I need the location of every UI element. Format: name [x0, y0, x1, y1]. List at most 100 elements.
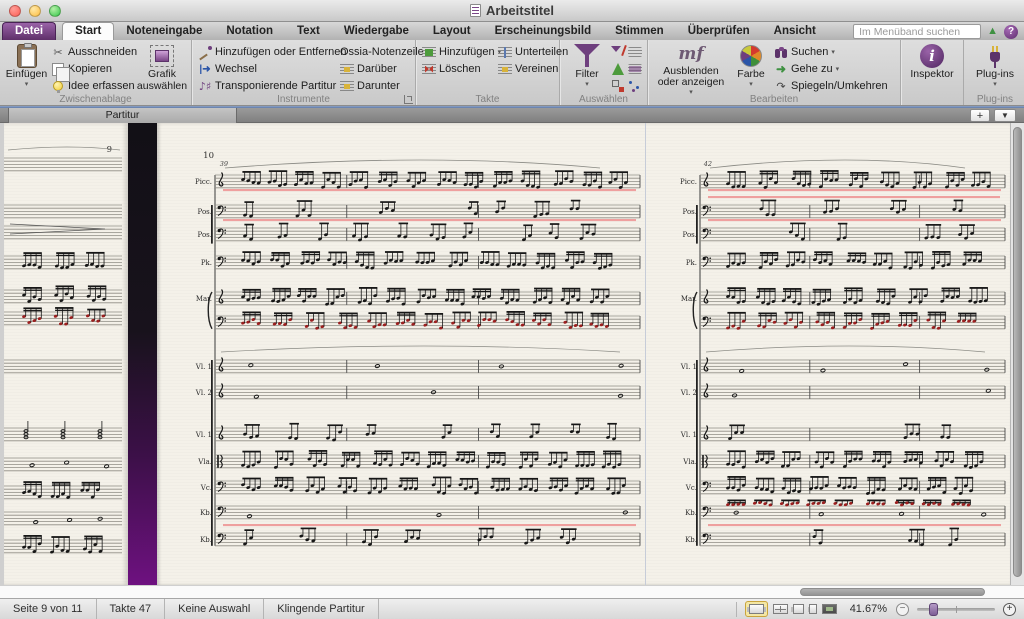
window-title: Arbeitstitel [486, 3, 554, 18]
staff-label-vl1: Vl. 1 [195, 431, 212, 439]
horizontal-scrollbar-thumb[interactable] [800, 588, 985, 596]
inspector-icon: i [920, 44, 944, 68]
group-inspector: i Inspektor [901, 40, 963, 105]
edit-filter-icon[interactable] [610, 44, 626, 60]
group-label-clipboard: Zwischenablage [0, 94, 191, 105]
zoom-out-button[interactable]: − [896, 603, 909, 616]
ribbon-tab-start[interactable]: Start [62, 22, 114, 40]
copy-button[interactable]: Kopieren [49, 61, 137, 77]
flip-icon: ↷ [774, 80, 788, 93]
flip-button[interactable]: ↷Spiegeln/Umkehren [772, 78, 896, 94]
zoom-in-button[interactable]: + [1003, 603, 1016, 616]
cut-button[interactable]: ✂Ausschneiden [49, 44, 137, 60]
score-canvas[interactable]: Picc.Pos.Pos.Pk.Mar.Vl. 1Vl. 2Vl. 1Vla.V… [0, 123, 1024, 598]
select-system-icon[interactable] [628, 64, 642, 74]
caret-down-icon: ▾ [993, 81, 997, 88]
staff-label-vl1: Vl. 1 [680, 363, 697, 371]
status-segment-3[interactable]: Klingende Partitur [264, 599, 378, 619]
staff-label-vl2: Vl. 2 [680, 389, 697, 397]
filter-funnel-icon [574, 44, 600, 68]
status-segment-1[interactable]: Takte 47 [97, 599, 166, 619]
score-notation[interactable]: Picc.Pos.Pos.Pk.Mar.Vl. 1Vl. 2Vl. 1Vla.V… [0, 123, 1024, 585]
ossia-below-button[interactable]: Darunter [338, 78, 416, 94]
ossia-above-button[interactable]: Darüber [338, 61, 416, 77]
measure-number-42: 42 [703, 160, 712, 168]
paste-button[interactable]: Einfügen ▾ [4, 42, 49, 96]
ribbon-tab-notation[interactable]: Notation [214, 23, 285, 40]
split-bar-icon [498, 46, 512, 59]
change-instrument-button[interactable]: |➜Wechsel [196, 61, 338, 77]
zoom-slider-thumb[interactable] [929, 603, 938, 616]
ribbon-tab-datei[interactable]: Datei [2, 22, 56, 40]
collapse-ribbon-icon[interactable]: ▲ [987, 26, 998, 37]
select-graphic-button[interactable]: Grafik auswählen [137, 42, 187, 96]
split-bar-button[interactable]: Unterteilen [496, 44, 556, 60]
ribbon-tab-erscheinungsbild[interactable]: Erscheinungsbild [483, 23, 604, 40]
ribbon-tab-stimmen[interactable]: Stimmen [603, 23, 676, 40]
status-segment-2[interactable]: Keine Auswahl [165, 599, 264, 619]
staff-label-vl2: Vl. 2 [195, 389, 212, 397]
filter-button[interactable]: Filter ▾ [564, 42, 610, 96]
group-label-instruments: Instrumente [192, 94, 415, 105]
view-mode-selected[interactable] [745, 601, 768, 617]
staff-label-picc: Picc. [195, 178, 212, 186]
new-tab-button[interactable]: + [970, 109, 990, 122]
help-button[interactable]: ? [1004, 25, 1018, 39]
hide-show-button[interactable]: mf Ausblenden oder anzeigen ▾ [652, 42, 730, 96]
group-plugins: Plug-ins ▾ Plug-ins [963, 40, 1024, 105]
inspector-button[interactable]: i Inspektor [905, 42, 959, 96]
single-page-view-icon[interactable] [809, 604, 817, 614]
panorama-view-icon[interactable] [793, 604, 804, 614]
add-bars-button[interactable]: Hinzufügen▾ [420, 44, 496, 60]
status-segment-0[interactable]: Seite 9 von 11 [0, 599, 97, 619]
caret-down-icon: ▾ [749, 81, 753, 88]
caret-down-icon: ▾ [585, 81, 589, 88]
hide-show-icon: mf [678, 45, 703, 64]
vertical-scrollbar-thumb[interactable] [1013, 127, 1022, 577]
staff-label-pos: Pos. [198, 231, 212, 239]
plugins-button[interactable]: Plug-ins ▾ [968, 42, 1022, 96]
fullscreen-view-icon[interactable] [822, 604, 837, 614]
goto-button[interactable]: ➜Gehe zu▾ [772, 61, 896, 77]
select-bars-icon[interactable] [628, 47, 642, 57]
tab-partitur[interactable]: Partitur [8, 108, 237, 123]
staff-label-vc: Vc. [200, 484, 212, 492]
clipboard-icon [17, 44, 37, 68]
color-button[interactable]: Farbe ▾ [730, 42, 772, 96]
scissors-icon: ✂ [51, 46, 65, 59]
ribbon-tab-text[interactable]: Text [285, 23, 332, 40]
staff-label-vl1: Vl. 1 [195, 363, 212, 371]
change-icon: |➜ [198, 63, 212, 76]
transposing-score-button[interactable]: ♪♯Transponierende Partitur [196, 78, 338, 94]
select-more-icon[interactable] [610, 78, 626, 94]
vertical-scrollbar[interactable] [1010, 123, 1024, 585]
ribbon-tab-layout[interactable]: Layout [421, 23, 483, 40]
horizontal-scrollbar[interactable] [0, 585, 1024, 598]
delete-bars-button[interactable]: Löschen [420, 61, 496, 77]
find-button[interactable]: Suchen▾ [772, 44, 896, 60]
color-wheel-icon [740, 45, 762, 67]
ribbon-tab-ansicht[interactable]: Ansicht [762, 23, 828, 40]
ribbon-tab-wiedergabe[interactable]: Wiedergabe [332, 23, 421, 40]
staff-label-vla: Vla. [682, 458, 697, 466]
ossia-staff-button[interactable]: Ossia-Notenzeile [338, 44, 416, 60]
binoculars-icon [774, 46, 788, 59]
zoom-percent: 41.67% [850, 603, 887, 615]
group-label-bars: Takte [416, 94, 559, 105]
select-notes-icon[interactable] [627, 78, 643, 94]
join-bar-icon [498, 63, 512, 76]
pages-grid-view-icon[interactable] [773, 604, 788, 614]
zoom-slider[interactable] [917, 608, 995, 611]
ribbon-search-input[interactable] [853, 24, 981, 39]
join-bars-button[interactable]: Vereinen [496, 61, 556, 77]
group-label-edit: Bearbeiten [648, 94, 900, 105]
ribbon-tab-überprüfen[interactable]: Überprüfen [676, 23, 762, 40]
ribbon-tab-noteneingabe[interactable]: Noteneingabe [114, 23, 214, 40]
staff-label-pos: Pos. [198, 208, 212, 216]
title-bar: Arbeitstitel [0, 0, 1024, 22]
caret-down-icon: ▾ [831, 49, 835, 56]
select-graphic-row-icon[interactable] [610, 61, 626, 77]
add-remove-instruments-button[interactable]: Hinzufügen oder Entfernen [196, 44, 338, 60]
tab-menu-button[interactable]: ▼ [994, 109, 1016, 122]
select-graphic-icon [150, 45, 174, 67]
